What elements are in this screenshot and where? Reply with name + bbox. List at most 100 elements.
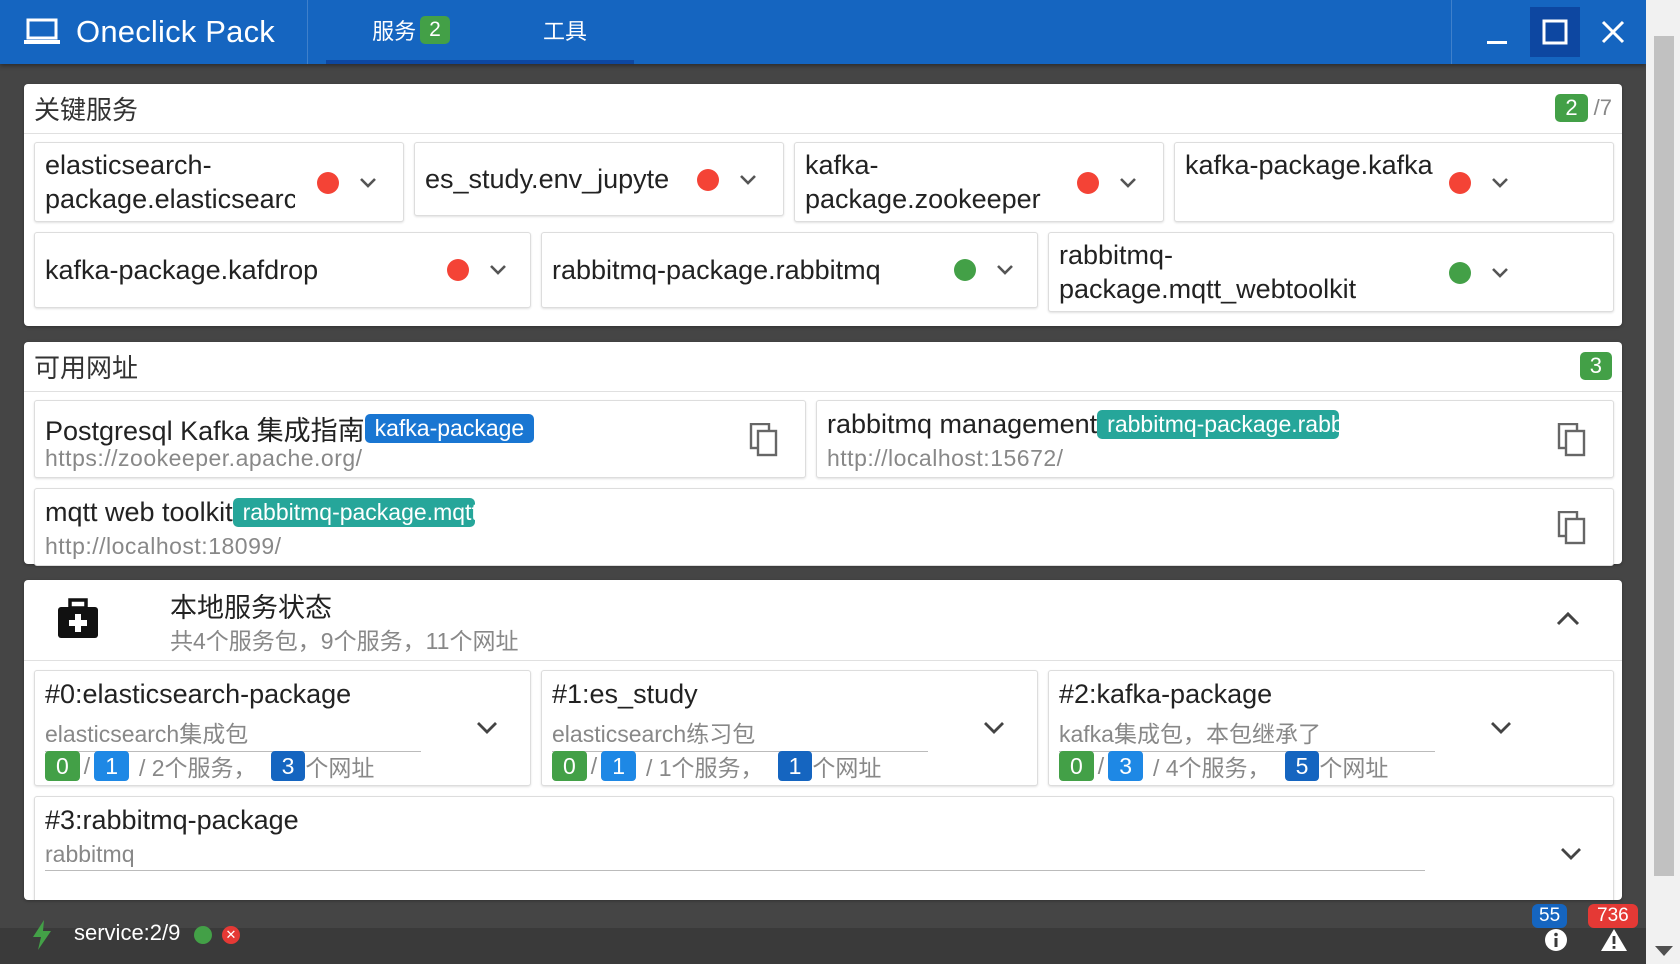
main-tabs: 服务 2 工具 [326, 0, 634, 64]
url-count-label: 个网址 [305, 755, 375, 781]
url-count-badge: 5 [1284, 751, 1320, 781]
minimize-button[interactable] [1472, 7, 1522, 57]
key-services-count: 2 /7 [1555, 94, 1612, 122]
copy-icon[interactable] [1557, 423, 1587, 457]
maximize-button[interactable] [1530, 7, 1580, 57]
package-name: #1:es_study [552, 679, 698, 709]
info-icon[interactable] [1544, 928, 1568, 952]
chevron-down-icon[interactable] [487, 259, 509, 281]
tab-services-badge: 2 [420, 16, 450, 44]
page-scrollbar[interactable] [1646, 0, 1680, 964]
chevron-down-icon[interactable] [475, 715, 499, 739]
service-tile[interactable]: kafka-package.kafka [1174, 142, 1614, 222]
local-status-subtitle: 共4个服务包，9个服务，11个网址 [170, 628, 519, 654]
stopped-badge: 1 [94, 751, 129, 781]
running-badge: 0 [552, 751, 587, 781]
url-title-row: rabbitmq management rabbitmq-package.rab… [827, 409, 1340, 440]
lightning-icon [33, 920, 51, 950]
service-name: kafka-package.kafka [1185, 150, 1433, 180]
tab-tools-label: 工具 [542, 19, 587, 44]
chevron-down-icon[interactable] [1489, 715, 1513, 739]
package-tag: kafka-package [364, 414, 535, 443]
service-tile[interactable]: kafka-package.zookeeper [794, 142, 1164, 222]
window-controls [1451, 0, 1646, 64]
close-icon [1601, 20, 1625, 44]
tab-tools[interactable]: 工具 [496, 0, 634, 64]
service-tile[interactable]: elasticsearch-package.elasticsearch [34, 142, 404, 222]
package-description: kafka集成包，本包继承了 [1059, 715, 1435, 752]
app-brand: Oneclick Pack [0, 0, 308, 64]
service-count-text: / 2个服务， [138, 755, 257, 781]
package-tile[interactable]: #2:kafka-package kafka集成包，本包继承了 0 / 3 / … [1048, 670, 1614, 786]
chevron-down-icon[interactable] [1489, 262, 1511, 284]
package-tile[interactable]: #1:es_study elasticsearch练习包 0 / 1 / 1个服… [541, 670, 1038, 786]
package-description: elasticsearch练习包 [552, 715, 928, 752]
status-stopped-indicator [317, 172, 339, 194]
local-status-card: 本地服务状态 共4个服务包，9个服务，11个网址 #0:elasticsearc… [24, 580, 1622, 900]
service-count-text: / 4个服务， [1152, 755, 1271, 781]
chevron-down-icon[interactable] [1489, 172, 1511, 194]
minimize-icon [1487, 41, 1507, 44]
service-name: kafka-package.kafdrop [45, 255, 319, 285]
service-name: es_study.env_jupyter [425, 164, 670, 194]
status-stopped-indicator [447, 259, 469, 281]
running-badge: 0 [1059, 751, 1094, 781]
local-status-header[interactable]: 本地服务状态 共4个服务包，9个服务，11个网址 [24, 580, 1622, 661]
status-bar: service:2/9 ✕ 55 736 [0, 904, 1646, 964]
running-count-badge: 2 [1555, 94, 1588, 122]
package-description: rabbitmq [45, 841, 1425, 871]
service-name: rabbitmq-package.rabbitmq [552, 255, 881, 285]
url-title-row: mqtt web toolkit rabbitmq-package.mqtt_w… [45, 497, 475, 528]
url-count-badge: 3 [270, 751, 306, 781]
maximize-icon [1542, 19, 1568, 45]
warning-count-badge: 736 [1588, 904, 1638, 928]
url-tile[interactable]: Postgresql Kafka 集成指南 kafka-package http… [34, 400, 806, 478]
app-title: Oneclick Pack [76, 14, 275, 49]
urls-header: 可用网址 3 [24, 342, 1622, 392]
chevron-down-icon[interactable] [357, 172, 379, 194]
tab-services[interactable]: 服务 2 [326, 0, 496, 64]
url-address[interactable]: http://localhost:18099/ [45, 533, 282, 560]
service-tile[interactable]: rabbitmq-package.rabbitmq [541, 232, 1038, 308]
url-count-label: 个网址 [1319, 755, 1389, 781]
service-status-text: service:2/9 [74, 920, 181, 945]
service-tile[interactable]: es_study.env_jupyter [414, 142, 784, 216]
url-tile[interactable]: mqtt web toolkit rabbitmq-package.mqtt_w… [34, 488, 1614, 566]
service-name: kafka-package.zookeeper [805, 150, 1041, 214]
info-count-badge: 55 [1532, 904, 1568, 928]
package-name: #0:elasticsearch-package [45, 679, 352, 709]
chevron-down-icon[interactable] [1559, 841, 1583, 865]
package-tag: rabbitmq-package.mqtt_webtoolkit [232, 498, 475, 527]
chevron-down-icon[interactable] [737, 169, 759, 191]
scroll-down-arrow-icon[interactable] [1655, 946, 1673, 956]
error-icon[interactable]: ✕ [222, 926, 240, 944]
url-tile[interactable]: rabbitmq management rabbitmq-package.rab… [816, 400, 1614, 478]
total-count: /7 [1593, 95, 1612, 120]
url-address[interactable]: http://localhost:15672/ [827, 445, 1064, 472]
url-title-row: Postgresql Kafka 集成指南 kafka-package [45, 409, 535, 448]
status-ok-indicator [194, 926, 212, 944]
status-running-indicator [954, 259, 976, 281]
chevron-down-icon[interactable] [1117, 172, 1139, 194]
copy-icon[interactable] [749, 423, 779, 457]
local-status-title: 本地服务状态 [170, 593, 332, 623]
medical-kit-icon [58, 598, 98, 638]
key-services-header: 关键服务 2 /7 [24, 84, 1622, 134]
package-name: #2:kafka-package [1059, 679, 1273, 709]
warning-icon[interactable] [1600, 928, 1628, 952]
scroll-thumb[interactable] [1654, 36, 1674, 876]
chevron-down-icon[interactable] [994, 259, 1016, 281]
chevron-down-icon[interactable] [982, 715, 1006, 739]
url-title: Postgresql Kafka 集成指南 [45, 416, 365, 446]
copy-icon[interactable] [1557, 511, 1587, 545]
package-name: #3:rabbitmq-package [45, 805, 299, 835]
key-services-card: 关键服务 2 /7 elasticsearch-package.elastics… [24, 84, 1622, 326]
url-address[interactable]: https://zookeeper.apache.org/ [45, 445, 363, 472]
url-count-badge: 1 [777, 751, 813, 781]
chevron-up-icon[interactable] [1554, 608, 1582, 628]
package-tile[interactable]: #3:rabbitmq-package rabbitmq [34, 796, 1614, 900]
package-tile[interactable]: #0:elasticsearch-package elasticsearch集成… [34, 670, 531, 786]
service-tile[interactable]: rabbitmq-package.mqtt_webtoolkit [1048, 232, 1614, 312]
service-tile[interactable]: kafka-package.kafdrop [34, 232, 531, 308]
close-button[interactable] [1588, 7, 1638, 57]
